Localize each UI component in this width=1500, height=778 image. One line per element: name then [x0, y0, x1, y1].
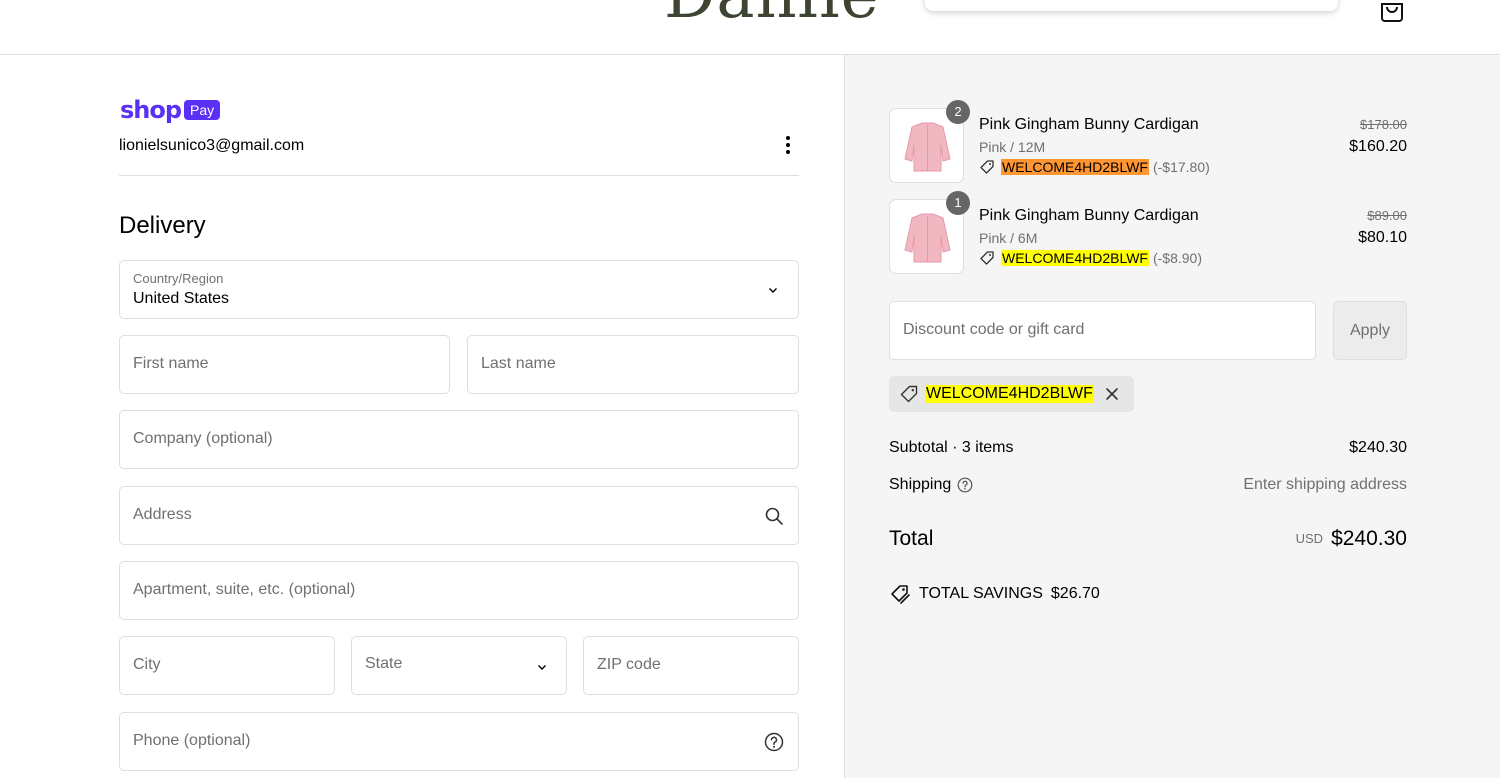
- apartment-placeholder: Apartment, suite, etc. (optional): [133, 581, 356, 598]
- state-placeholder: State: [365, 655, 403, 672]
- help-circle-icon[interactable]: [957, 477, 973, 493]
- total-currency: USD: [1295, 531, 1324, 546]
- search-icon[interactable]: [764, 506, 784, 526]
- dropdown-popup-edge: [925, 0, 1338, 11]
- tag-icon: [980, 251, 994, 265]
- country-label: Country/Region: [133, 271, 224, 286]
- applied-discount-chip: WELCOME4HD2BLWF: [889, 376, 1134, 412]
- shipping-label: Shipping: [889, 476, 952, 493]
- more-options-icon[interactable]: [778, 133, 798, 157]
- discount-amount: (-$17.80): [1152, 159, 1210, 175]
- total-label: Total: [889, 527, 934, 550]
- discount-code: WELCOME4HD2BLWF: [1001, 250, 1149, 266]
- discount-code: WELCOME4HD2BLWF: [1001, 159, 1149, 175]
- shipping-value: Enter shipping address: [1243, 476, 1407, 493]
- chevron-down-icon: [538, 665, 546, 670]
- discount-code-input[interactable]: Discount code or gift card: [889, 301, 1316, 360]
- first-name-field[interactable]: First name: [119, 335, 450, 394]
- country-select[interactable]: Country/Region United States: [119, 260, 799, 319]
- quantity-badge: 1: [946, 191, 970, 215]
- total-savings: TOTAL SAVINGS $26.70: [889, 583, 1100, 605]
- shop-pay-logo: shop Pay: [120, 96, 221, 124]
- product-name: Pink Gingham Bunny Cardigan: [979, 116, 1199, 133]
- company-placeholder: Company (optional): [133, 430, 273, 447]
- delivery-heading: Delivery: [119, 212, 206, 239]
- city-placeholder: City: [133, 656, 161, 673]
- discount-amount: (-$8.90): [1152, 250, 1203, 266]
- zip-placeholder: ZIP code: [597, 656, 661, 673]
- state-select[interactable]: State: [351, 636, 567, 695]
- savings-value: $26.70: [1050, 585, 1100, 602]
- applied-code: WELCOME4HD2BLWF: [925, 385, 1094, 403]
- line-item: 2 Pink Gingham Bunny Cardigan Pink / 12M…: [889, 100, 1407, 184]
- checkout-form-column: shop Pay lionielsunico3@gmail.com Delive…: [0, 55, 844, 778]
- first-name-placeholder: First name: [133, 355, 209, 372]
- last-name-field[interactable]: Last name: [467, 335, 799, 394]
- discount-placeholder: Discount code or gift card: [903, 321, 1085, 338]
- line-item: 1 Pink Gingham Bunny Cardigan Pink / 6M …: [889, 191, 1407, 275]
- item-discount: WELCOME4HD2BLWF (-$17.80): [979, 159, 1210, 175]
- address-placeholder: Address: [133, 506, 192, 523]
- store-logo[interactable]: Dahlie: [664, 0, 880, 28]
- chevron-down-icon: [769, 288, 777, 293]
- city-field[interactable]: City: [119, 636, 335, 695]
- phone-placeholder: Phone (optional): [133, 732, 251, 749]
- product-variant: Pink / 12M: [979, 139, 1046, 155]
- original-price: $89.00: [1367, 208, 1407, 223]
- product-name: Pink Gingham Bunny Cardigan: [979, 207, 1199, 224]
- savings-label: TOTAL SAVINGS: [919, 585, 1043, 602]
- shop-pay-word: shop: [120, 96, 182, 124]
- total-amount: $240.30: [1331, 527, 1407, 550]
- apartment-field[interactable]: Apartment, suite, etc. (optional): [119, 561, 799, 620]
- shopping-bag-icon[interactable]: [1378, 0, 1406, 22]
- store-header: Dahlie: [0, 0, 1500, 55]
- zip-field[interactable]: ZIP code: [583, 636, 799, 695]
- original-price: $178.00: [1360, 117, 1407, 132]
- close-icon[interactable]: [1104, 386, 1120, 402]
- last-name-placeholder: Last name: [481, 355, 556, 372]
- phone-field[interactable]: Phone (optional): [119, 712, 799, 771]
- apply-button[interactable]: Apply: [1333, 301, 1407, 360]
- help-circle-icon[interactable]: [764, 732, 784, 752]
- shop-pay-pill: Pay: [184, 100, 221, 120]
- tags-icon: [891, 585, 910, 604]
- product-variant: Pink / 6M: [979, 230, 1038, 246]
- divider: [119, 175, 799, 176]
- tag-icon: [900, 385, 918, 403]
- shipping-label-group: Shipping: [889, 476, 973, 494]
- order-summary-column: 2 Pink Gingham Bunny Cardigan Pink / 12M…: [844, 55, 1500, 778]
- quantity-badge: 2: [946, 100, 970, 124]
- company-field[interactable]: Company (optional): [119, 410, 799, 469]
- subtotal-label: Subtotal · 3 items: [889, 439, 1014, 456]
- tag-icon: [980, 160, 994, 174]
- country-value: United States: [133, 290, 230, 307]
- address-field[interactable]: Address: [119, 486, 799, 545]
- subtotal-value: $240.30: [1349, 439, 1407, 456]
- discounted-price: $160.20: [1349, 138, 1407, 155]
- discounted-price: $80.10: [1358, 229, 1407, 246]
- total-value-group: USD $240.30: [1296, 527, 1407, 551]
- account-email: lionielsunico3@gmail.com: [119, 137, 305, 154]
- item-discount: WELCOME4HD2BLWF (-$8.90): [979, 250, 1202, 266]
